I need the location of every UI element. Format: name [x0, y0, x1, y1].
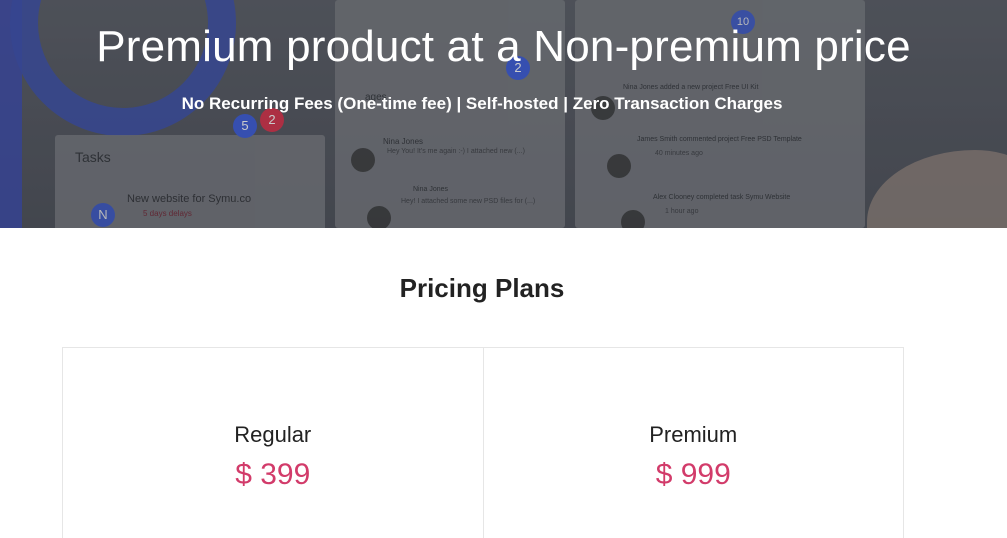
plan-price: $ 999 — [655, 458, 731, 491]
plan-price: $ 399 — [235, 458, 311, 491]
hero-banner: Tasks N New website for Symu.co 5 days d… — [0, 0, 1007, 228]
hero-subtitle: No Recurring Fees (One-time fee) | Self-… — [181, 94, 783, 113]
plan-name: Regular — [234, 422, 312, 447]
plan-card-regular: Regular $ 399 — [63, 348, 483, 538]
plan-card-premium: Premium $ 999 — [482, 348, 904, 538]
hero-title: Premium product at a Non-premium price — [96, 22, 911, 71]
pricing-plans-table: Regular $ 399 Premium $ 999 — [62, 347, 904, 538]
pricing-section-title: Pricing Plans — [399, 273, 565, 303]
plan-name: Premium — [649, 422, 738, 447]
